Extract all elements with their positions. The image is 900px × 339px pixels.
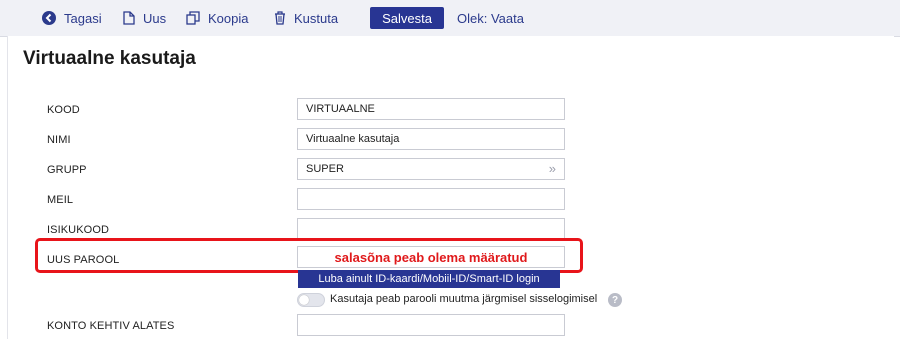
password-change-toggle-label: Kasutaja peab parooli muutma järgmisel s… [330, 293, 598, 305]
back-label: Tagasi [64, 10, 102, 26]
delete-label: Kustuta [294, 10, 339, 26]
copy-icon [186, 11, 200, 25]
toolbar: Tagasi Uus Koopia Kustuta Salvesta Olek:… [0, 0, 900, 37]
back-button[interactable]: Tagasi [42, 0, 102, 36]
new-document-icon [123, 11, 135, 25]
isikukood-label: ISIKUKOOD [47, 224, 110, 236]
toggle-knob [299, 295, 309, 305]
konto-kehtiv-alates-field[interactable] [297, 314, 565, 336]
save-button[interactable]: Salvesta [370, 7, 444, 29]
copy-button[interactable]: Koopia [186, 0, 248, 36]
konto-kehtiv-alates-label: KONTO KEHTIV ALATES [47, 320, 175, 332]
copy-label: Koopia [208, 10, 249, 26]
grupp-field[interactable]: SUPER » [297, 158, 565, 180]
double-chevron-right-icon[interactable]: » [549, 161, 556, 176]
new-label: Uus [143, 10, 167, 26]
meil-label: MEIL [47, 194, 74, 206]
delete-button[interactable]: Kustuta [274, 0, 338, 36]
error-highlight-frame [35, 238, 583, 273]
isikukood-field[interactable] [297, 218, 565, 240]
page-title: Virtuaalne kasutaja [23, 48, 196, 69]
kood-field[interactable]: VIRTUAALNE [297, 98, 565, 120]
new-button[interactable]: Uus [123, 0, 166, 36]
help-icon[interactable]: ? [608, 293, 622, 307]
meil-field[interactable] [297, 188, 565, 210]
status-state: Olek: Vaata [457, 10, 524, 26]
trash-icon [275, 11, 285, 25]
arrow-left-circle-icon [42, 11, 56, 25]
password-change-toggle[interactable] [297, 293, 325, 307]
nimi-field[interactable]: Virtuaalne kasutaja [297, 128, 565, 150]
nimi-label: NIMI [47, 134, 71, 146]
id-login-only-button[interactable]: Luba ainult ID-kaardi/Mobiil-ID/Smart-ID… [298, 270, 560, 288]
kood-label: KOOD [47, 104, 80, 116]
grupp-label: GRUPP [47, 164, 87, 176]
grupp-value: SUPER [306, 163, 344, 175]
